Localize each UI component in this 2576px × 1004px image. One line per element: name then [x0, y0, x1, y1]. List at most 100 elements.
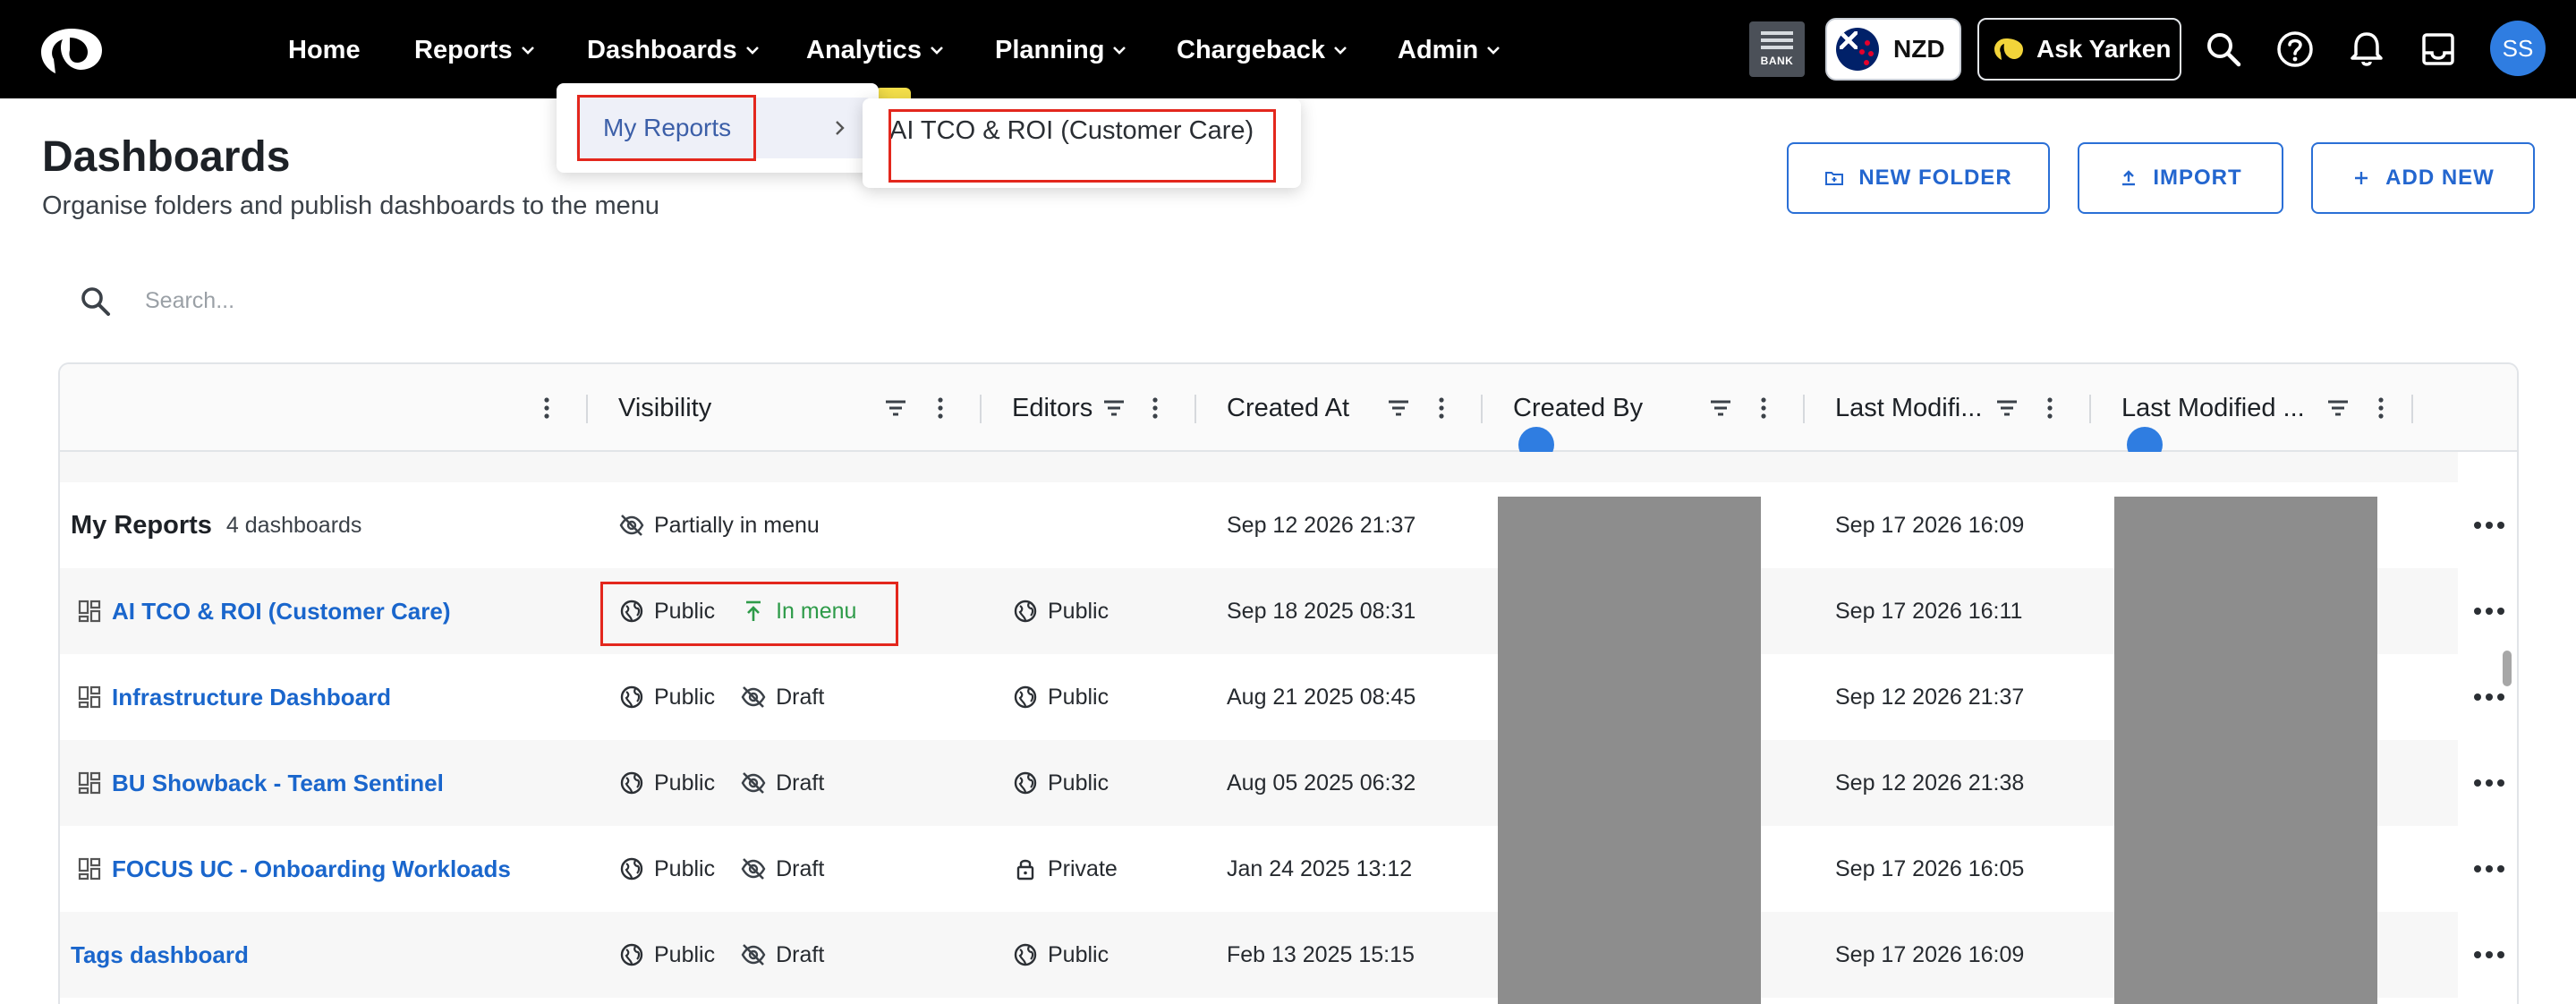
- table-row[interactable]: AI TCO & ROI (Customer Care) Public In m…: [60, 568, 2504, 654]
- column-menu-icon[interactable]: [532, 394, 561, 422]
- table-row[interactable]: FOCUS UC - Onboarding Workloads Public D…: [60, 826, 2504, 912]
- add-new-button[interactable]: ADD NEW: [2311, 142, 2535, 214]
- plus-icon: [2355, 172, 2368, 184]
- column-header-visibility[interactable]: Visibility: [618, 364, 711, 452]
- column-header-created-at[interactable]: Created At: [1227, 364, 1349, 452]
- column-menu-icon[interactable]: [926, 394, 955, 422]
- created-at: Sep 18 2025 08:31: [1227, 598, 1416, 624]
- filter-icon[interactable]: [881, 394, 910, 422]
- column-menu-icon[interactable]: [2367, 394, 2395, 422]
- nav-reports-label: Reports: [414, 35, 513, 64]
- yarken-logo-icon: [1994, 38, 2023, 60]
- nav-admin[interactable]: Admin: [1398, 32, 1501, 68]
- more-actions-icon[interactable]: [2471, 740, 2507, 826]
- ask-yarken-button[interactable]: Ask Yarken: [1977, 18, 2181, 81]
- redacted-created-by: [1498, 497, 1761, 1004]
- search-input[interactable]: [143, 281, 948, 320]
- column-header-last-modified-at[interactable]: Last Modifi...: [1835, 364, 1982, 452]
- eye-off-icon: [741, 686, 766, 708]
- filter-icon[interactable]: [1384, 394, 1413, 422]
- globe-icon: [620, 857, 643, 881]
- globe-icon: [1014, 685, 1037, 709]
- created-at: Aug 05 2025 06:32: [1227, 770, 1416, 796]
- globe-icon: [620, 771, 643, 795]
- user-avatar[interactable]: SS: [2490, 21, 2546, 76]
- folder-row-my-reports[interactable]: My Reports 4 dashboards Partially in men…: [60, 482, 2504, 568]
- currency-selector[interactable]: NZD: [1825, 18, 1961, 81]
- inbox-icon[interactable]: [2418, 29, 2459, 70]
- filter-icon[interactable]: [2324, 394, 2352, 422]
- created-at: Aug 21 2025 08:45: [1227, 684, 1416, 710]
- submenu-item-ai-tco[interactable]: AI TCO & ROI (Customer Care): [889, 116, 1254, 146]
- filter-icon[interactable]: [1100, 394, 1128, 422]
- table-row[interactable]: Tags dashboard Public Draft Public Feb 1…: [60, 912, 2504, 998]
- upload-icon: [2122, 170, 2136, 186]
- column-menu-icon[interactable]: [1427, 394, 1456, 422]
- chevron-down-icon: [521, 47, 534, 55]
- nav-dashboards[interactable]: Dashboards: [587, 32, 761, 68]
- eye-off-icon: [741, 858, 766, 880]
- nav-dashboards-label: Dashboards: [587, 35, 737, 64]
- nav-planning[interactable]: Planning: [995, 32, 1127, 68]
- table-row[interactable]: BU Showback - Team Sentinel Public Draft…: [60, 740, 2504, 826]
- globe-icon: [1014, 771, 1037, 795]
- globe-icon: [620, 943, 643, 966]
- new-folder-button[interactable]: NEW FOLDER: [1787, 142, 2050, 214]
- folder-plus-icon: [1825, 172, 1844, 185]
- nav-analytics[interactable]: Analytics: [806, 32, 945, 68]
- dashboard-link[interactable]: Tags dashboard: [71, 941, 249, 969]
- table-row[interactable]: Infrastructure Dashboard Public Draft Pu…: [60, 654, 2504, 740]
- nav-planning-label: Planning: [995, 35, 1105, 64]
- lock-icon: [1016, 859, 1034, 881]
- dashboard-link[interactable]: AI TCO & ROI (Customer Care): [112, 598, 451, 625]
- nz-flag-icon: [1836, 28, 1879, 71]
- column-menu-icon[interactable]: [2036, 394, 2064, 422]
- last-modified-at: Sep 17 2026 16:05: [1835, 855, 2025, 881]
- more-actions-icon[interactable]: [2471, 654, 2507, 740]
- search-icon: [81, 287, 110, 316]
- eye-off-icon: [619, 515, 644, 536]
- editors-label: Public: [1048, 770, 1109, 796]
- visibility-label: Public: [654, 941, 716, 967]
- nav-home[interactable]: Home: [288, 32, 361, 68]
- last-modified-at: Sep 17 2026 16:09: [1835, 512, 2025, 538]
- more-actions-icon[interactable]: [2471, 482, 2507, 568]
- editors-label: Public: [1048, 941, 1109, 967]
- redacted-modified-by: [2114, 497, 2377, 1004]
- chevron-down-icon: [1334, 47, 1347, 55]
- created-at: Jan 24 2025 13:12: [1227, 855, 1413, 881]
- scrollbar-thumb[interactable]: [2503, 651, 2512, 686]
- top-navbar: Home Reports Dashboards Analytics Planni…: [0, 0, 2576, 98]
- search-icon[interactable]: [2203, 29, 2244, 70]
- folder-name: My Reports: [71, 510, 212, 540]
- chevron-right-icon: [836, 121, 845, 135]
- globe-icon: [1014, 600, 1037, 623]
- my-reports-submenu: AI TCO & ROI (Customer Care): [863, 98, 1301, 188]
- more-actions-icon[interactable]: [2471, 568, 2507, 654]
- column-menu-icon[interactable]: [1749, 394, 1778, 422]
- nav-reports[interactable]: Reports: [414, 32, 536, 68]
- filter-icon[interactable]: [1993, 394, 2021, 422]
- help-icon[interactable]: [2274, 29, 2316, 70]
- column-header-editors[interactable]: Editors: [1012, 364, 1092, 452]
- dashboard-link[interactable]: FOCUS UC - Onboarding Workloads: [112, 855, 511, 883]
- nav-chargeback[interactable]: Chargeback: [1177, 32, 1348, 68]
- folder-visibility: Partially in menu: [654, 512, 820, 538]
- bell-icon[interactable]: [2346, 29, 2387, 70]
- editors-label: Public: [1048, 598, 1109, 624]
- bank-button[interactable]: BANK: [1749, 21, 1805, 77]
- import-button[interactable]: IMPORT: [2078, 142, 2283, 214]
- brand-logo[interactable]: [36, 23, 107, 77]
- publish-icon: [746, 600, 761, 621]
- menu-item-label: My Reports: [603, 114, 732, 141]
- dashboard-link[interactable]: BU Showback - Team Sentinel: [112, 770, 444, 797]
- nav-admin-label: Admin: [1398, 35, 1479, 64]
- filter-icon[interactable]: [1706, 394, 1735, 422]
- menu-item-my-reports[interactable]: My Reports: [576, 98, 871, 158]
- more-actions-icon[interactable]: [2471, 912, 2507, 998]
- more-actions-icon[interactable]: [2471, 826, 2507, 912]
- column-menu-icon[interactable]: [1141, 394, 1169, 422]
- dashboard-link[interactable]: Infrastructure Dashboard: [112, 684, 391, 711]
- visibility-label: Public: [654, 598, 716, 624]
- created-at: Sep 12 2026 21:37: [1227, 512, 1416, 538]
